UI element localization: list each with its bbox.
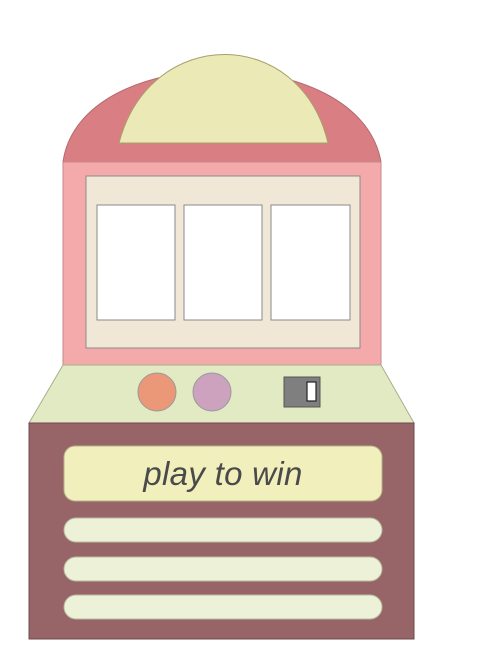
right-button[interactable] (192, 372, 232, 412)
machine-dome-inner (118, 54, 329, 144)
banner-panel (63, 445, 383, 502)
reel-3 (270, 204, 351, 321)
reel-1 (96, 204, 176, 321)
slot-machine: play to win (0, 0, 500, 667)
coin-slot-icon[interactable] (283, 376, 321, 408)
decor-bar-2 (63, 556, 383, 582)
slot-machine-drawing (28, 54, 415, 640)
decor-bar-3 (63, 594, 383, 620)
left-button[interactable] (137, 372, 177, 412)
reel-2 (183, 204, 263, 321)
decor-bar-1 (63, 517, 383, 543)
